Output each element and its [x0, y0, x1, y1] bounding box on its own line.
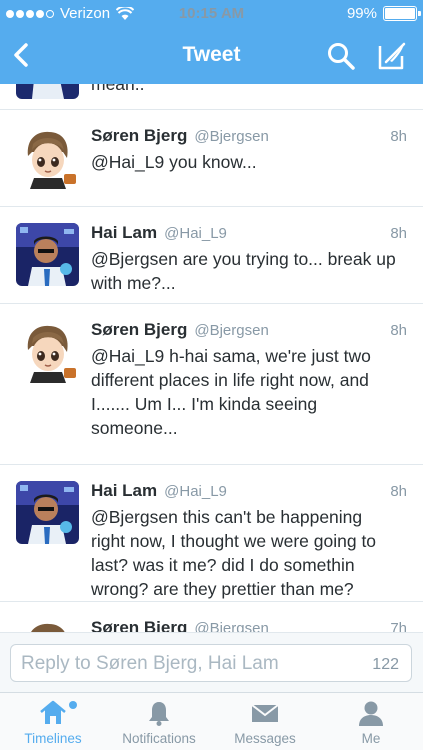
reply-bar: Reply to Søren Bjerg, Hai Lam 122	[0, 632, 423, 692]
author-handle[interactable]: @Bjergsen	[194, 620, 268, 632]
tweet-text: @Hai_L9 h-hai sama, we're just two diffe…	[91, 346, 371, 438]
tweet-header: Søren Bjerg @Bjergsen 8h	[91, 126, 407, 146]
envelope-icon	[251, 704, 279, 722]
author-handle[interactable]: @Hai_L9	[164, 483, 227, 500]
status-bar: Verizon 10:15 AM 99%	[0, 0, 423, 28]
tweet-partial[interactable]: mean..	[0, 84, 423, 110]
author-name[interactable]: Hai Lam	[91, 223, 157, 243]
hai-avatar[interactable]	[16, 481, 79, 544]
tweet-time: 8h	[390, 483, 407, 500]
tweet-time: 8h	[390, 225, 407, 242]
person-icon	[359, 701, 383, 726]
tweet[interactable]: Hai Lam @Hai_L9 8h @Bjergsen are you try…	[0, 207, 423, 304]
search-icon[interactable]	[326, 41, 356, 71]
tweet-time: 8h	[390, 322, 407, 339]
character-count: 122	[372, 656, 399, 673]
author-name[interactable]: Søren Bjerg	[91, 618, 187, 632]
tab-label: Me	[361, 731, 381, 746]
tab-timelines[interactable]: Timelines	[0, 693, 106, 750]
tweet[interactable]: Hai Lam @Hai_L9 8h @Bjergsen this can't …	[0, 465, 423, 602]
author-name[interactable]: Søren Bjerg	[91, 320, 187, 340]
compose-icon[interactable]	[376, 40, 408, 72]
author-name[interactable]: Hai Lam	[91, 481, 157, 501]
reply-placeholder: Reply to Søren Bjerg, Hai Lam	[21, 653, 279, 674]
tweet-text: @Bjergsen are you trying to... break up …	[91, 249, 396, 293]
author-handle[interactable]: @Hai_L9	[164, 225, 227, 242]
tweet-header: Hai Lam @Hai_L9 8h	[91, 481, 407, 501]
tweet-header: Søren Bjerg @Bjergsen 8h	[91, 320, 407, 340]
battery-group: 99%	[346, 5, 421, 22]
battery-percent: 99%	[346, 5, 377, 22]
bjergsen-avatar[interactable]	[16, 618, 79, 632]
tweet-header: Søren Bjerg @Bjergsen 7h	[91, 618, 407, 632]
tab-messages[interactable]: Messages	[212, 693, 318, 750]
bjergsen-avatar[interactable]	[16, 320, 79, 383]
nav-bar: Tweet	[0, 28, 423, 84]
tab-label: Timelines	[24, 731, 82, 746]
tab-me[interactable]: Me	[318, 693, 423, 750]
top-bar: Verizon 10:15 AM 99% Tweet	[0, 0, 423, 84]
tweet-text: mean..	[91, 84, 145, 94]
tweet[interactable]: Søren Bjerg @Bjergsen 8h @Hai_L9 you kno…	[0, 110, 423, 207]
tweet[interactable]: Søren Bjerg @Bjergsen 7h	[0, 602, 423, 632]
tweet[interactable]: Søren Bjerg @Bjergsen 8h @Hai_L9 h-hai s…	[0, 304, 423, 465]
tab-label: Messages	[234, 731, 296, 746]
tweet-text: @Hai_L9 you know...	[91, 152, 257, 172]
tweet-time: 7h	[390, 620, 407, 632]
home-icon	[40, 700, 66, 724]
author-handle[interactable]: @Bjergsen	[194, 128, 268, 145]
battery-icon	[383, 6, 421, 21]
hai-avatar[interactable]	[16, 84, 79, 99]
tweet-time: 8h	[390, 128, 407, 145]
reply-input[interactable]: Reply to Søren Bjerg, Hai Lam 122	[10, 644, 412, 682]
hai-avatar[interactable]	[16, 223, 79, 286]
tab-label: Notifications	[122, 731, 196, 746]
bell-icon	[149, 702, 169, 726]
tweet-thread[interactable]: mean.. Søren Bjerg @Bjergsen 8h @Hai_L9 …	[0, 84, 423, 632]
tab-notifications[interactable]: Notifications	[106, 693, 212, 750]
author-handle[interactable]: @Bjergsen	[194, 322, 268, 339]
author-name[interactable]: Søren Bjerg	[91, 126, 187, 146]
tweet-text: @Bjergsen this can't be happening right …	[91, 507, 377, 599]
page-title: Tweet	[182, 43, 241, 66]
tweet-header: Hai Lam @Hai_L9 8h	[91, 223, 407, 243]
tab-bar: Timelines Notifications Messages Me	[0, 692, 423, 750]
bjergsen-avatar[interactable]	[16, 126, 79, 189]
new-tweets-badge	[69, 701, 77, 709]
